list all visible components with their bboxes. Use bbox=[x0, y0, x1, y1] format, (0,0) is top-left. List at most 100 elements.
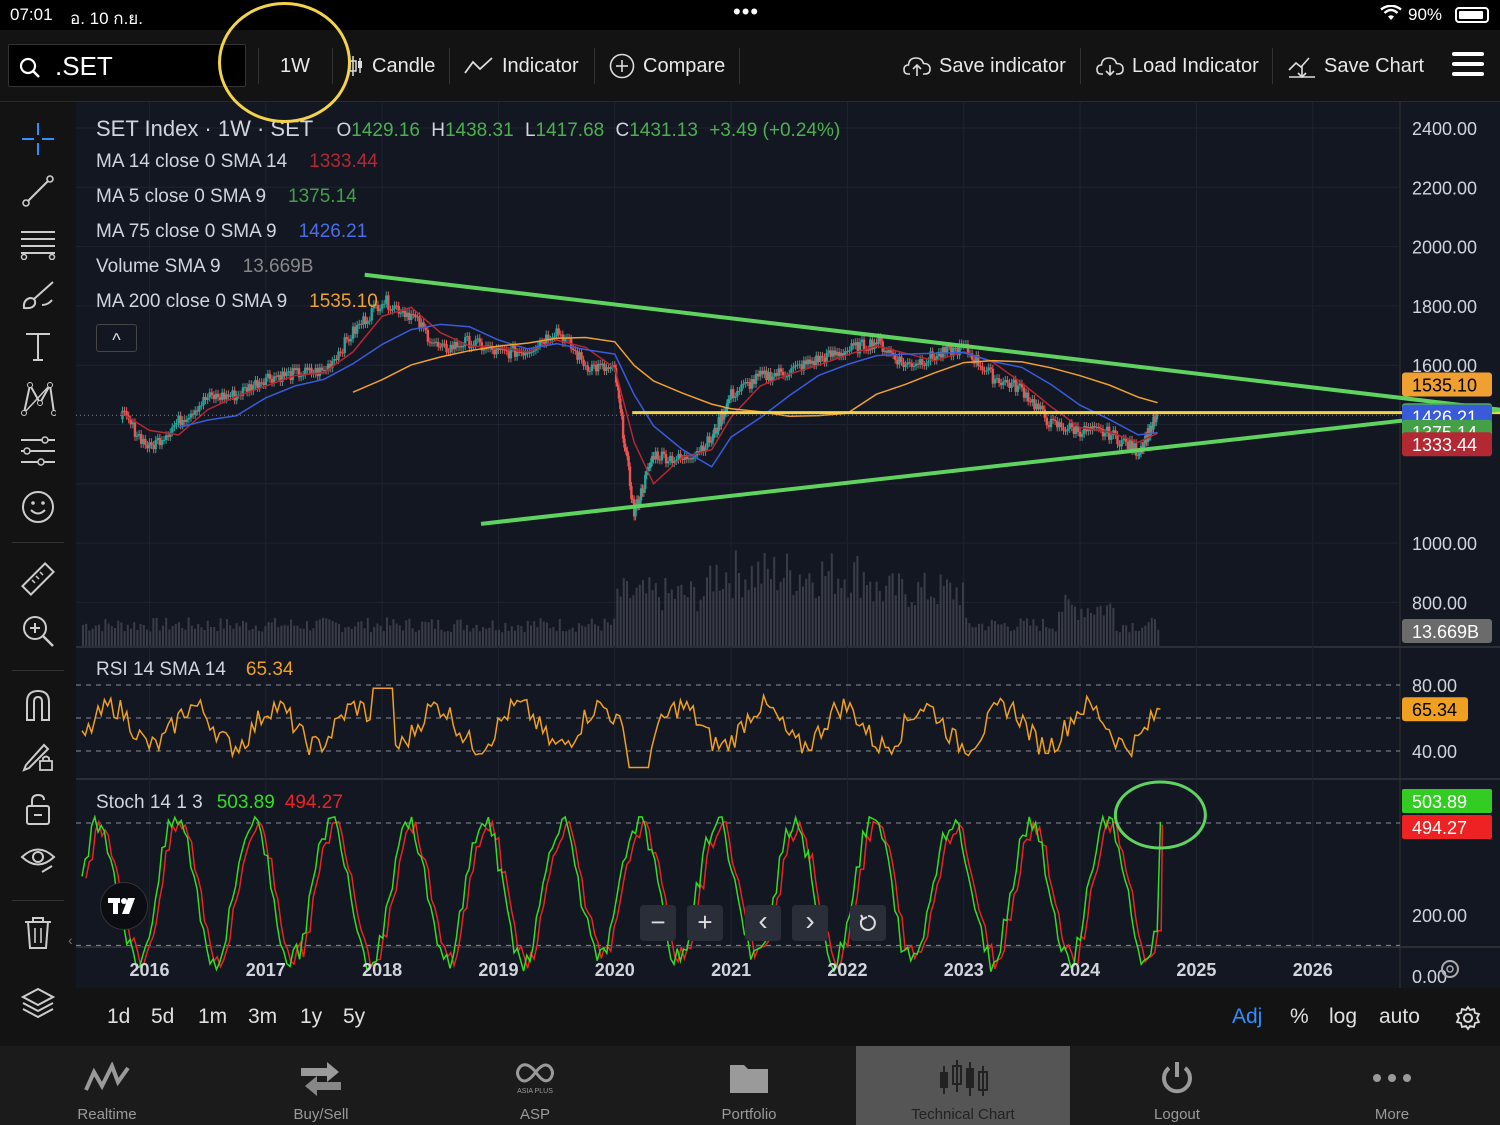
multitask-dots-icon[interactable]: ••• bbox=[733, 1, 759, 23]
settings-gear-icon[interactable] bbox=[1455, 1005, 1481, 1036]
volume-bar bbox=[811, 582, 814, 646]
ma14-legend[interactable]: MA 14 close 0 SMA 14 1333.44 bbox=[96, 151, 378, 173]
candle-body bbox=[449, 344, 452, 353]
zoom-in-button[interactable]: + bbox=[687, 905, 723, 941]
candle-body bbox=[999, 382, 1003, 386]
candle-body bbox=[821, 355, 824, 358]
volume-bar bbox=[376, 623, 379, 646]
save-chart-icon bbox=[1288, 57, 1315, 78]
scroll-back-button[interactable]: ‹ bbox=[745, 905, 781, 941]
volume-bar bbox=[795, 590, 798, 646]
magnet-icon[interactable] bbox=[17, 684, 59, 726]
log-toggle[interactable]: log bbox=[1329, 1005, 1357, 1029]
volume-bar bbox=[1083, 617, 1086, 646]
stoch-legend[interactable]: Stoch 14 1 3 503.89 494.27 bbox=[96, 792, 343, 814]
candle-body bbox=[293, 368, 297, 371]
symbol-search[interactable] bbox=[8, 44, 246, 87]
nav-more[interactable]: More bbox=[1285, 1046, 1499, 1125]
nav-portfolio[interactable]: Portfolio bbox=[642, 1046, 856, 1125]
hamburger-menu-icon[interactable] bbox=[1452, 52, 1484, 80]
lock-pencil-icon[interactable] bbox=[17, 734, 59, 776]
tradingview-logo[interactable] bbox=[100, 882, 148, 930]
chart-type-button[interactable]: Candle bbox=[348, 50, 435, 82]
range-1d[interactable]: 1d bbox=[107, 1005, 130, 1029]
reset-chart-button[interactable] bbox=[850, 905, 886, 941]
horizontal-lines-icon[interactable] bbox=[17, 222, 59, 264]
volume-bar bbox=[283, 624, 286, 646]
zoom-out-button[interactable]: − bbox=[640, 905, 676, 941]
chart-toolbar: 1W Candle Indicator Compare Save indicat… bbox=[0, 30, 1500, 102]
ma75-legend[interactable]: MA 75 close 0 SMA 9 1426.21 bbox=[96, 221, 367, 243]
percent-toggle[interactable]: % bbox=[1290, 1005, 1309, 1029]
candle-body bbox=[1110, 435, 1113, 440]
auto-toggle[interactable]: auto bbox=[1379, 1005, 1420, 1029]
candle-body bbox=[806, 359, 810, 365]
volume-bar bbox=[712, 591, 715, 646]
brush-icon[interactable] bbox=[17, 274, 59, 316]
volume-bar bbox=[1138, 630, 1140, 646]
range-3m[interactable]: 3m bbox=[248, 1005, 277, 1029]
volume-bar bbox=[750, 565, 753, 646]
trash-icon[interactable] bbox=[17, 912, 59, 954]
range-1m[interactable]: 1m bbox=[198, 1005, 227, 1029]
volume-bar bbox=[990, 619, 993, 646]
collapse-toolbar-icon[interactable]: ‹ bbox=[68, 932, 73, 948]
trend-line-icon[interactable] bbox=[17, 170, 59, 212]
candle-body bbox=[1060, 422, 1063, 428]
compare-button[interactable]: Compare bbox=[609, 50, 725, 82]
indicator-label: Indicator bbox=[502, 54, 579, 77]
volume-bar bbox=[328, 619, 331, 646]
rsi-badge-text: 65.34 bbox=[1412, 700, 1457, 720]
pattern-tool-icon[interactable] bbox=[17, 378, 59, 420]
save-indicator-button[interactable]: Save indicator bbox=[903, 50, 1066, 82]
interval-button[interactable]: 1W bbox=[280, 50, 310, 82]
crosshair-icon[interactable] bbox=[17, 118, 59, 160]
ma200-legend[interactable]: MA 200 close 0 SMA 9 1535.10 bbox=[96, 291, 378, 313]
eye-icon[interactable] bbox=[17, 838, 59, 880]
candle-body bbox=[258, 382, 261, 388]
volume-bar bbox=[805, 578, 808, 646]
volume-bar bbox=[338, 623, 340, 646]
volume-bar bbox=[574, 631, 577, 646]
load-indicator-button[interactable]: Load Indicator bbox=[1096, 50, 1259, 82]
volume-bar bbox=[226, 618, 228, 646]
nav-technical-chart[interactable]: Technical Chart bbox=[856, 1046, 1070, 1125]
volume-bar bbox=[427, 622, 430, 646]
range-5d[interactable]: 5d bbox=[151, 1005, 174, 1029]
zoom-in-icon[interactable] bbox=[17, 610, 59, 652]
rsi-legend[interactable]: RSI 14 SMA 14 65.34 bbox=[96, 659, 293, 681]
ma5-legend[interactable]: MA 5 close 0 SMA 9 1375.14 bbox=[96, 186, 357, 208]
scroll-forward-button[interactable]: › bbox=[792, 905, 828, 941]
collapse-legend-button[interactable]: ^ bbox=[96, 324, 137, 352]
emoji-icon[interactable] bbox=[17, 486, 59, 528]
nav-logout[interactable]: Logout bbox=[1070, 1046, 1284, 1125]
candle-body bbox=[777, 368, 781, 376]
bottom-navigation: Realtime Buy/Sell ASIA PLUS ASP Portfoli… bbox=[0, 1046, 1500, 1125]
symbol-search-input[interactable] bbox=[55, 50, 240, 82]
layers-icon[interactable] bbox=[17, 982, 59, 1024]
volume-bar bbox=[936, 604, 939, 646]
volume-legend[interactable]: Volume SMA 9 13.669B bbox=[96, 256, 313, 278]
ruler-icon[interactable] bbox=[17, 558, 59, 600]
nav-asp[interactable]: ASIA PLUS ASP bbox=[428, 1046, 642, 1125]
range-5y[interactable]: 5y bbox=[343, 1005, 365, 1029]
candle-body bbox=[216, 393, 220, 398]
nav-realtime[interactable]: Realtime bbox=[0, 1046, 214, 1125]
candle-body bbox=[277, 375, 280, 377]
candle-body bbox=[557, 328, 560, 335]
candle-body bbox=[902, 361, 905, 367]
save-chart-button[interactable]: Save Chart bbox=[1288, 50, 1424, 82]
candle-body bbox=[916, 363, 920, 365]
volume-bar bbox=[891, 573, 894, 646]
candle-body bbox=[979, 365, 982, 367]
range-1y[interactable]: 1y bbox=[300, 1005, 322, 1029]
adj-toggle[interactable]: Adj bbox=[1232, 1005, 1262, 1029]
forecast-tool-icon[interactable] bbox=[17, 430, 59, 472]
nav-buy-sell[interactable]: Buy/Sell bbox=[214, 1046, 428, 1125]
volume-bar bbox=[395, 623, 398, 646]
candle-body bbox=[906, 362, 909, 365]
text-tool-icon[interactable] bbox=[17, 326, 59, 368]
candle-body bbox=[883, 350, 887, 352]
unlock-icon[interactable] bbox=[17, 788, 59, 830]
indicator-button[interactable]: Indicator bbox=[464, 50, 579, 82]
